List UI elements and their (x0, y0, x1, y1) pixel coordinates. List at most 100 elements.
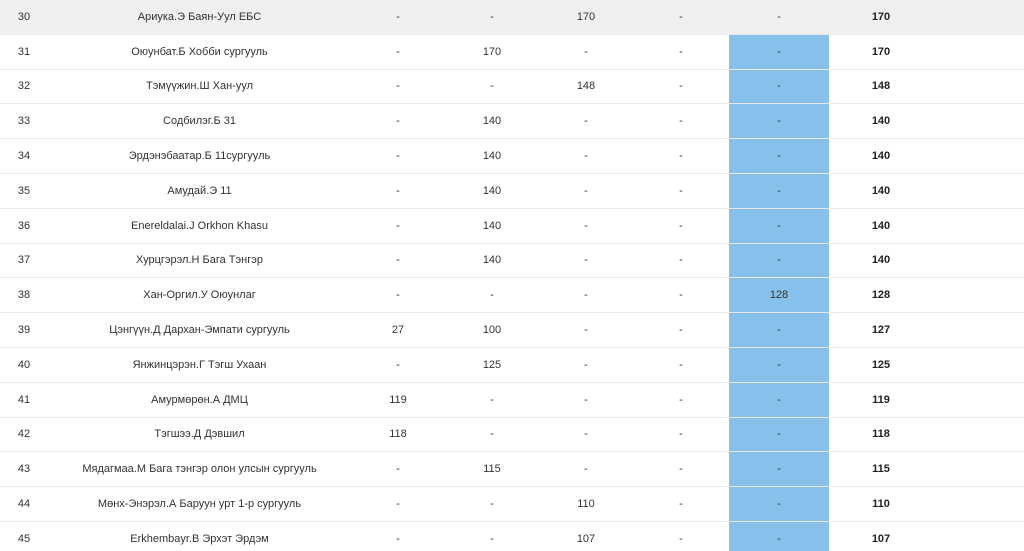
total-score: 119 (872, 393, 890, 406)
table-row: 34 Эрдэнэбаатар.Б 11сургууль - 140 - - - 140 (0, 139, 1024, 174)
participant-name: Enereldalai.J Orkhon Khasu (131, 219, 268, 232)
score-4: - (679, 358, 683, 371)
score-4: - (679, 532, 683, 545)
score-1: - (396, 463, 400, 476)
score-2: - (490, 498, 494, 511)
score-4: - (679, 289, 683, 302)
participant-name: Хан-Оргил.У Оюунлаг (143, 289, 256, 302)
participant-name: Ариука.Э Баян-Уул ЕБС (137, 10, 262, 23)
score-3: - (584, 393, 588, 406)
participant-name: Содбилэг.Б 31 (163, 115, 236, 128)
score-1: - (396, 45, 400, 58)
participant-name: Erkhembayr.B Эрхэт Эрдэм (130, 532, 269, 545)
score-2: 140 (482, 219, 502, 232)
score-1: - (396, 289, 400, 302)
score-5: - (777, 358, 781, 371)
table-row: 37 Хурцгэрэл.Н Бага Тэнгэр - 140 - - - 140 (0, 244, 1024, 279)
total-score: 127 (871, 324, 891, 337)
total-score: 140 (871, 219, 891, 232)
score-4: - (679, 45, 683, 58)
score-2: - (490, 80, 494, 93)
score-5: - (777, 10, 781, 23)
participant-name: Мядагмаа.М Бага тэнгэр олон улсын сургуу… (82, 463, 317, 476)
score-1: - (396, 532, 400, 545)
score-5: - (777, 532, 781, 545)
rank-cell: 31 (17, 45, 31, 58)
table-row: 44 Мөнх-Энэрэл.А Баруун урт 1-р сургууль -… (0, 487, 1024, 522)
score-2: - (490, 532, 494, 545)
total-score: 107 (871, 532, 891, 545)
participant-name: Амурмөрөн.А ДМЦ (151, 393, 248, 406)
score-3: - (584, 45, 588, 58)
rank-cell: 38 (17, 289, 31, 302)
rank-cell: 39 (17, 324, 31, 337)
table-row: 36 Enereldalai.J Orkhon Khasu - 140 - - - 140 (0, 209, 1024, 244)
total-score: 140 (871, 150, 891, 163)
rank-cell: 32 (17, 80, 31, 93)
total-score: 140 (871, 115, 891, 128)
total-score: 140 (871, 254, 891, 267)
score-1: 119 (389, 393, 407, 406)
rank-cell: 35 (17, 184, 31, 197)
score-1: 118 (389, 428, 407, 441)
total-score: 128 (871, 289, 891, 302)
total-score: 118 (872, 428, 890, 441)
score-5: - (777, 184, 781, 197)
score-3: - (584, 150, 588, 163)
table-row: 38 Хан-Оргил.У Оюунлаг - - - - 128 128 (0, 278, 1024, 314)
score-2: 140 (482, 184, 502, 197)
rank-cell: 41 (17, 393, 31, 406)
score-3: - (584, 184, 588, 197)
rank-cell: 33 (17, 115, 31, 128)
score-2: - (490, 393, 494, 406)
score-2: 140 (482, 115, 502, 128)
rank-cell: 45 (17, 532, 31, 545)
table-row: 40 Янжинцэрэн.Г Тэгш Ухаан - 125 - - - 125 (0, 348, 1024, 383)
score-5: - (777, 393, 781, 406)
participant-name: Мөнх-Энэрэл.А Баруун урт 1-р сургууль (97, 498, 302, 511)
participant-name: Оюунбат.Б Хобби сургууль (131, 45, 268, 58)
total-score: 125 (871, 358, 891, 371)
score-4: - (679, 80, 683, 93)
score-4: - (679, 498, 683, 511)
score-1: - (396, 150, 400, 163)
participant-name: Хурцгэрэл.Н Бага Тэнгэр (136, 254, 263, 267)
table-row: 45 Erkhembayr.B Эрхэт Эрдэм - - 107 - - 107 (0, 522, 1024, 551)
score-5: - (777, 463, 781, 476)
score-3: - (584, 463, 588, 476)
score-1: - (396, 358, 400, 371)
rank-cell: 37 (17, 254, 31, 267)
score-1: - (396, 10, 400, 23)
rank-cell: 30 (17, 10, 31, 23)
score-5: - (777, 498, 781, 511)
score-2: 140 (482, 150, 502, 163)
score-3: - (584, 219, 588, 232)
score-5: - (777, 428, 781, 441)
score-4: - (679, 150, 683, 163)
rank-cell: 36 (17, 219, 31, 232)
score-4: - (679, 254, 683, 267)
rank-cell: 34 (17, 150, 31, 163)
results-table: 30 Ариука.Э Баян-Уул ЕБС - - 170 - - 170 31 Оюунб… (0, 0, 1024, 551)
rank-cell: 44 (17, 498, 31, 511)
score-4: - (679, 463, 683, 476)
score-5: - (777, 150, 781, 163)
score-5: - (777, 80, 781, 93)
score-4: - (679, 219, 683, 232)
total-score: 148 (871, 80, 891, 93)
score-3: 107 (576, 532, 596, 545)
participant-name: Тэгшээ.Д Дэвшил (154, 428, 245, 441)
score-2: 115 (483, 463, 501, 476)
total-score: 110 (872, 498, 890, 511)
score-5: - (777, 254, 781, 267)
score-3: 170 (576, 10, 596, 23)
score-3: - (584, 428, 588, 441)
participant-name: Эрдэнэбаатар.Б 11сургууль (128, 150, 271, 163)
score-1: - (396, 184, 400, 197)
score-4: - (679, 324, 683, 337)
score-1: - (396, 219, 400, 232)
table-row: 43 Мядагмаа.М Бага тэнгэр олон улсын сург… (0, 452, 1024, 488)
score-5: - (777, 219, 781, 232)
total-score: 170 (871, 10, 891, 23)
participant-name: Цэнгүүн.Д Дархан-Эмпати сургууль (109, 324, 290, 337)
